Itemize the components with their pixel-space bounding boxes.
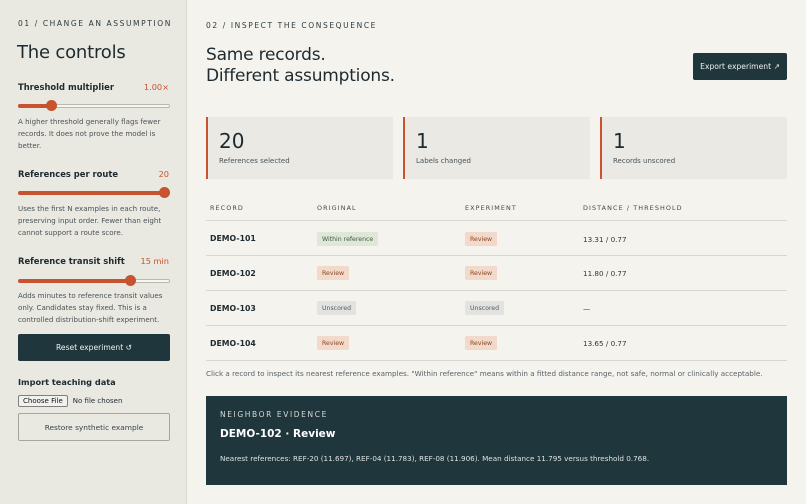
threshold-label: Threshold multiplier [18, 82, 114, 92]
transit-value: 15 min [140, 256, 169, 266]
original-badge: Review [317, 266, 350, 280]
table-divider [206, 220, 787, 221]
transit-slider[interactable] [18, 275, 170, 287]
stat-label: Records unscored [613, 157, 676, 165]
distance-threshold: — [583, 304, 591, 313]
threshold-value: 1.00× [143, 82, 169, 92]
column-header-distance: DISTANCE / THRESHOLD [583, 204, 683, 212]
neighbor-evidence-panel: NEIGHBOR EVIDENCE DEMO-102 · Review Near… [206, 396, 787, 485]
stat-label: References selected [219, 157, 290, 165]
file-input: Choose File No file chosen [18, 395, 122, 407]
experiment-badge: Review [465, 336, 498, 350]
original-badge: Unscored [317, 301, 357, 315]
record-id: DEMO-103 [210, 304, 256, 313]
record-id: DEMO-101 [210, 234, 256, 243]
references-value: 20 [158, 169, 169, 179]
sidebar-eyebrow: 01 / CHANGE AN ASSUMPTION [18, 19, 172, 28]
record-id: DEMO-104 [210, 339, 256, 348]
distance-threshold: 13.31 / 0.77 [583, 235, 627, 244]
experiment-badge: Unscored [465, 301, 505, 315]
record-id: DEMO-102 [210, 269, 256, 278]
experiment-badge: Review [465, 266, 498, 280]
slider-thumb[interactable] [159, 187, 170, 198]
reset-experiment-button[interactable]: Reset experiment ↺ [18, 334, 170, 361]
export-experiment-button[interactable]: Export experiment ↗ [693, 53, 787, 80]
restore-synthetic-button[interactable]: Restore synthetic example [18, 413, 170, 441]
stat-card-labels-changed: 1 Labels changed [403, 117, 590, 179]
references-slider[interactable] [18, 187, 170, 199]
table-note: Click a record to inspect its nearest re… [206, 369, 763, 378]
transit-label: Reference transit shift [18, 256, 125, 266]
column-header-original: ORIGINAL [317, 204, 357, 212]
table-divider [206, 255, 787, 256]
no-file-text: No file chosen [72, 397, 123, 405]
column-header-record: RECORD [210, 204, 244, 212]
threshold-help: A higher threshold generally flags fewer… [18, 117, 161, 150]
original-badge: Review [317, 336, 350, 350]
table-divider [206, 290, 787, 291]
experiment-badge: Review [465, 232, 498, 246]
evidence-body: Nearest references: REF-20 (11.697), REF… [220, 454, 650, 463]
distance-threshold: 13.65 / 0.77 [583, 339, 627, 348]
import-label: Import teaching data [18, 377, 116, 387]
transit-help: Adds minutes to reference transit values… [18, 291, 163, 324]
references-help: Uses the first N examples in each route,… [18, 204, 162, 237]
slider-fill [18, 191, 165, 195]
stat-value: 20 [219, 129, 245, 153]
slider-thumb[interactable] [45, 100, 57, 111]
choose-file-button[interactable]: Choose File [18, 395, 68, 407]
slider-thumb[interactable] [124, 275, 136, 286]
sidebar-title: The controls [17, 42, 126, 63]
stat-card-references: 20 References selected [206, 117, 393, 179]
stat-card-unscored: 1 Records unscored [600, 117, 787, 179]
headline-line-2: Different assumptions. [206, 66, 395, 86]
stat-label: Labels changed [416, 157, 471, 165]
references-label: References per route [18, 169, 119, 179]
table-divider [206, 360, 787, 361]
main-eyebrow: 02 / INSPECT THE CONSEQUENCE [206, 21, 377, 30]
distance-threshold: 11.80 / 0.77 [583, 269, 627, 278]
evidence-eyebrow: NEIGHBOR EVIDENCE [220, 410, 328, 419]
threshold-slider[interactable] [18, 100, 170, 112]
evidence-title: DEMO-102 · Review [220, 428, 336, 440]
stat-value: 1 [613, 129, 626, 153]
controls-sidebar: 01 / CHANGE AN ASSUMPTION The controls T… [0, 0, 187, 504]
stat-value: 1 [416, 129, 429, 153]
table-divider [206, 325, 787, 326]
original-badge: Within reference [317, 232, 379, 246]
headline-line-1: Same records. [206, 45, 326, 65]
column-header-experiment: EXPERIMENT [465, 204, 517, 212]
slider-fill [18, 279, 131, 283]
page-headline: Same records. Different assumptions. [206, 45, 395, 87]
